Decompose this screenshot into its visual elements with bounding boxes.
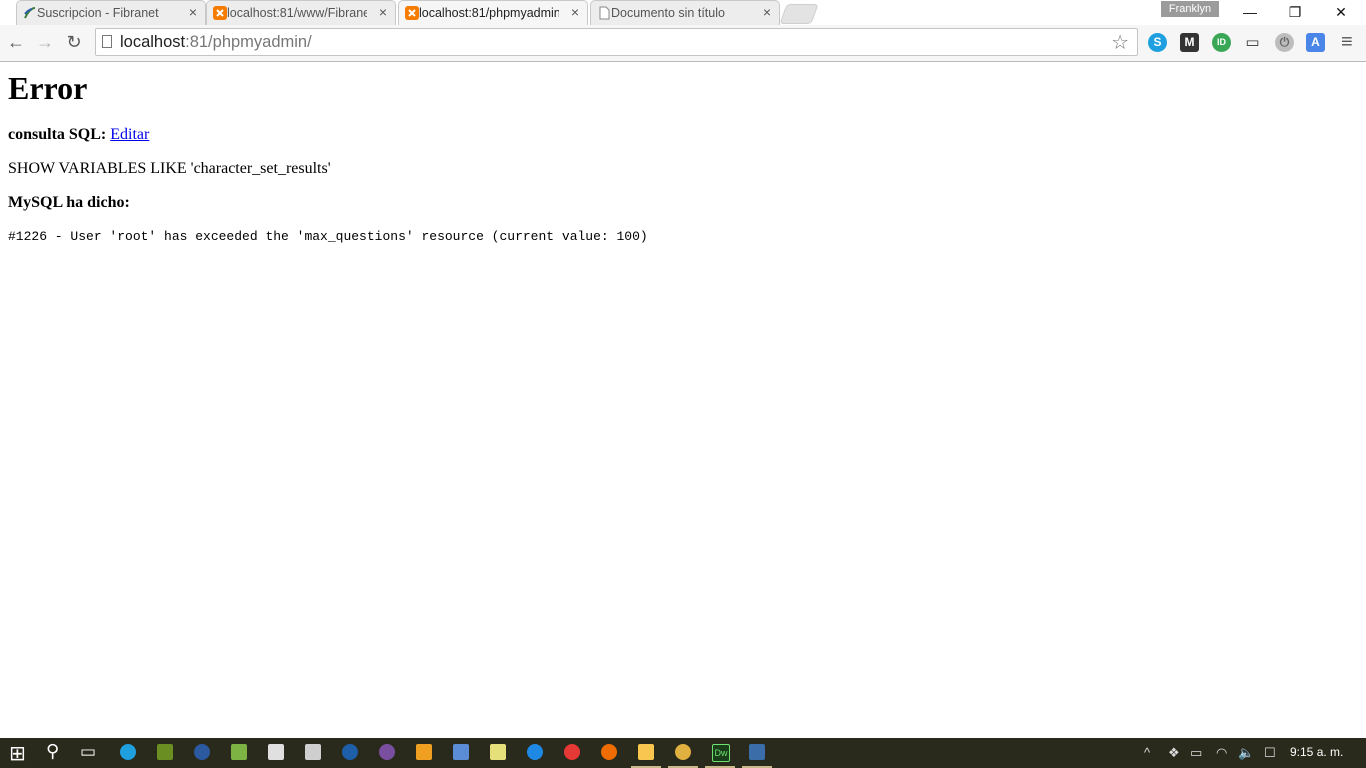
minimize-button[interactable]: — (1228, 0, 1272, 25)
tab-close-icon[interactable]: × (379, 4, 387, 20)
address-bar[interactable]: localhost:81/phpmyadmin/ ☆ (95, 28, 1138, 56)
restore-button[interactable]: ❐ (1273, 0, 1317, 25)
cast-icon[interactable]: ▭ (1243, 33, 1262, 52)
system-clock[interactable]: 9:15 a. m. (1290, 745, 1343, 759)
page-info-icon[interactable] (102, 35, 112, 48)
globe-app-icon[interactable] (342, 744, 358, 760)
new-tab-button[interactable] (779, 4, 819, 24)
edit-link[interactable]: Editar (110, 126, 149, 143)
notes-app-icon[interactable] (453, 744, 469, 760)
close-window-button[interactable]: ✕ (1319, 0, 1363, 25)
xampp-icon (405, 6, 419, 20)
eclipse-app-icon[interactable] (194, 744, 210, 760)
explorer-app-icon[interactable] (638, 744, 654, 760)
skype-app-icon[interactable] (120, 744, 136, 760)
translate-icon[interactable]: A (1306, 33, 1325, 52)
opera-app-icon[interactable] (564, 744, 580, 760)
power-icon[interactable]: ⏻ (1275, 33, 1294, 52)
tab-localhost-www[interactable]: localhost:81/www/Fibrane × (206, 0, 396, 25)
sql-query-text: SHOW VARIABLES LIKE 'character_set_resul… (8, 160, 331, 177)
purple-app-icon[interactable] (379, 744, 395, 760)
fibranet-icon (24, 7, 36, 19)
page-content: Error consulta SQL: Editar SHOW VARIABLE… (8, 70, 1358, 244)
task-view-icon[interactable]: ▭ (80, 742, 96, 762)
android-app-icon[interactable] (231, 744, 247, 760)
tab-close-icon[interactable]: × (189, 4, 197, 20)
calculator-app-icon[interactable] (305, 744, 321, 760)
profile-button[interactable]: Franklyn (1161, 1, 1219, 17)
sql-query-label: consulta SQL: (8, 126, 107, 143)
tab-title: localhost:81/phpmyadmin (419, 6, 559, 20)
back-button[interactable]: ← (5, 31, 27, 53)
mysql-said-label: MySQL ha dicho: (8, 194, 130, 211)
m-icon[interactable]: M (1180, 33, 1199, 52)
people-app-icon[interactable] (157, 744, 173, 760)
tab-title: Suscripcion - Fibranet (37, 6, 159, 20)
address-path: :81/phpmyadmin/ (185, 33, 312, 51)
notifications-icon[interactable]: ☐ (1264, 745, 1276, 761)
green-ext-icon[interactable]: ID (1212, 33, 1231, 52)
tray-chevron-icon[interactable]: ^ (1144, 745, 1150, 760)
document-icon (599, 6, 610, 20)
page-title: Error (8, 70, 88, 106)
search-icon[interactable]: ⚲ (46, 741, 59, 762)
media-app-icon[interactable] (416, 744, 432, 760)
tab-suscripcion[interactable]: Suscripcion - Fibranet × (16, 0, 206, 25)
bookmark-star-icon[interactable]: ☆ (1111, 30, 1129, 55)
tab-phpmyadmin[interactable]: localhost:81/phpmyadmin × (398, 0, 588, 25)
tab-documento[interactable]: Documento sin título × (590, 0, 780, 25)
skype-icon[interactable]: S (1148, 33, 1167, 52)
tab-close-icon[interactable]: × (571, 4, 579, 20)
wifi-icon[interactable]: ◠ (1216, 745, 1227, 761)
address-host: localhost (120, 33, 186, 51)
notepad-app-icon[interactable] (490, 744, 506, 760)
windows-taskbar: ⊞ ⚲ ▭ Dw ^ ❖ ▭ ◠ 🔈 ☐ 9:15 a. m. (0, 738, 1366, 768)
sql-query-line: consulta SQL: Editar (8, 126, 149, 144)
tab-strip: Suscripcion - Fibranet × localhost:81/ww… (0, 0, 1366, 25)
edge-app-icon[interactable] (527, 744, 543, 760)
mysql-error-message: #1226 - User 'root' has exceeded the 'ma… (8, 229, 648, 244)
browser-toolbar: ← → ↻ localhost:81/phpmyadmin/ ☆ S M ID … (0, 25, 1366, 62)
forward-button[interactable]: → (34, 31, 56, 53)
chrome-app-icon[interactable] (675, 744, 691, 760)
tab-close-icon[interactable]: × (763, 4, 771, 20)
battery-icon[interactable]: ▭ (1190, 745, 1202, 761)
address-url[interactable]: localhost:81/phpmyadmin/ (120, 33, 312, 52)
dreamweaver-app-icon[interactable]: Dw (712, 744, 730, 762)
volume-icon[interactable]: 🔈 (1238, 745, 1254, 761)
dropbox-icon[interactable]: ❖ (1168, 745, 1180, 761)
start-button-icon[interactable]: ⊞ (9, 741, 26, 766)
xampp-icon (213, 6, 227, 20)
reload-button[interactable]: ↻ (63, 31, 85, 53)
chrome-menu-icon[interactable]: ≡ (1341, 31, 1353, 54)
calculator-grid-icon[interactable] (268, 744, 284, 760)
workbench-app-icon[interactable] (749, 744, 765, 760)
tab-title: Documento sin título (611, 6, 725, 20)
tab-title: localhost:81/www/Fibrane (227, 6, 367, 20)
firefox-app-icon[interactable] (601, 744, 617, 760)
